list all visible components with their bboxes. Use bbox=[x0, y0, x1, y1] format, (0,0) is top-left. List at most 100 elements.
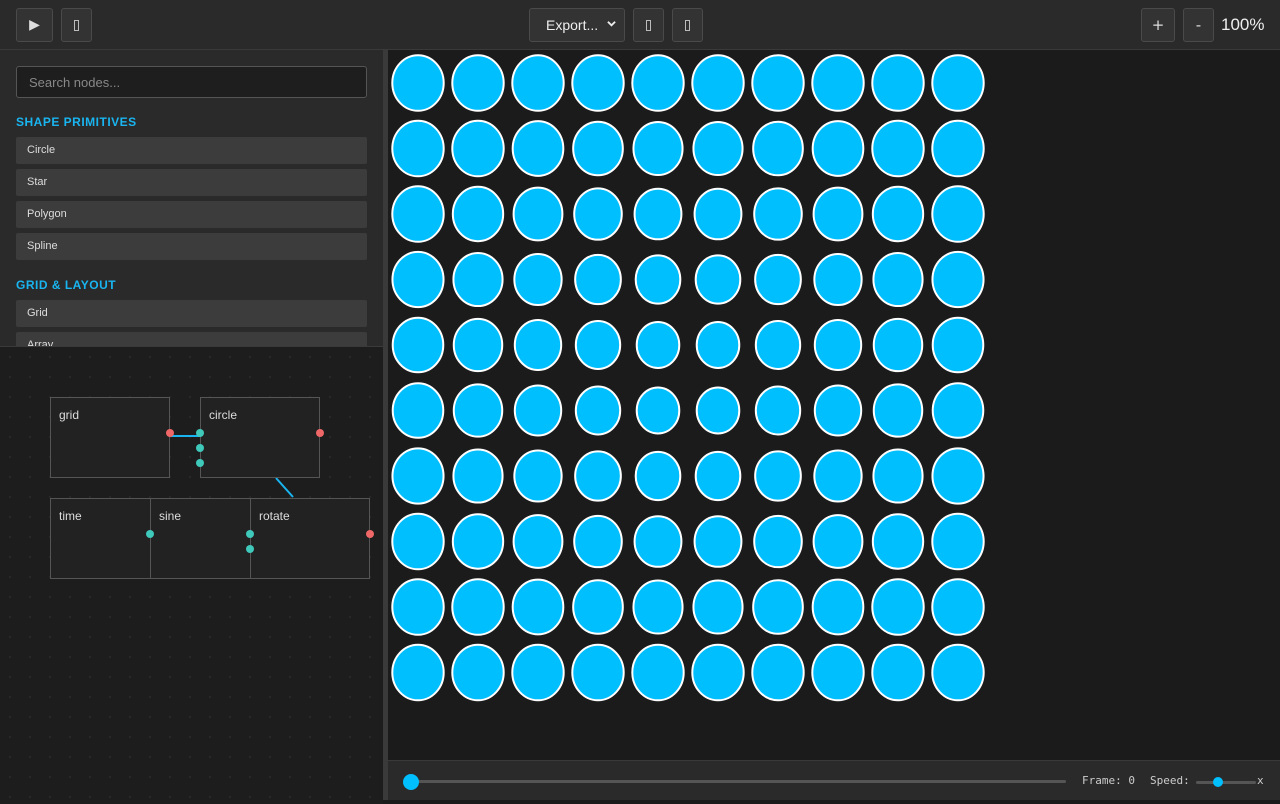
node-item-star[interactable]: Star bbox=[16, 169, 367, 196]
grid-circle bbox=[511, 643, 565, 702]
grid-circle bbox=[753, 187, 803, 241]
zoom-in-button[interactable]: + bbox=[1141, 8, 1175, 42]
grid-circle bbox=[872, 383, 924, 438]
grid-circle bbox=[574, 385, 622, 436]
grid-circle bbox=[513, 252, 563, 307]
grid-circle bbox=[633, 515, 683, 568]
play-button[interactable]: ▶ bbox=[16, 8, 53, 42]
grid-circle bbox=[871, 54, 925, 112]
grid-circle bbox=[573, 187, 623, 241]
grid-circle bbox=[513, 384, 563, 437]
grid-circle bbox=[391, 119, 445, 178]
grid-circle bbox=[695, 386, 741, 435]
timeline-scrubber-track[interactable] bbox=[412, 780, 1066, 783]
grid-circle bbox=[931, 316, 985, 374]
node-circle[interactable]: circle bbox=[196, 397, 324, 478]
input-port[interactable] bbox=[196, 459, 204, 467]
section-title-grid-layout: GRID & LAYOUT bbox=[16, 278, 117, 292]
speed-label: Speed: bbox=[1150, 774, 1190, 787]
speed-slider-track[interactable] bbox=[1196, 781, 1256, 784]
grid-circle bbox=[872, 317, 924, 373]
grid-circle bbox=[754, 385, 802, 436]
grid-circle bbox=[451, 119, 505, 178]
grid-circle bbox=[931, 643, 985, 702]
grid-circle bbox=[391, 578, 445, 636]
grid-circle bbox=[452, 383, 504, 438]
timeline-scrubber-handle[interactable] bbox=[403, 774, 419, 790]
node-title: sine bbox=[159, 509, 182, 523]
export-image-button[interactable] bbox=[633, 8, 664, 42]
input-port[interactable] bbox=[246, 530, 254, 538]
grid-circle bbox=[692, 579, 744, 635]
grid-circle bbox=[752, 579, 804, 635]
grid-circle bbox=[695, 321, 741, 369]
node-item-circle[interactable]: Circle bbox=[16, 137, 367, 164]
node-editor[interactable]: grid circle time sine rotate bbox=[0, 346, 383, 804]
export-select[interactable]: Export... bbox=[529, 8, 625, 42]
grid-circle bbox=[872, 251, 924, 308]
zoom-level: 100% bbox=[1221, 15, 1265, 34]
grid-circle bbox=[391, 382, 445, 439]
grid-circle bbox=[513, 318, 563, 372]
input-port[interactable] bbox=[196, 429, 204, 437]
grid-circle bbox=[871, 119, 925, 178]
grid-circle bbox=[451, 54, 505, 112]
input-port[interactable] bbox=[146, 530, 154, 538]
grid-circle bbox=[511, 578, 565, 636]
grid-circle bbox=[513, 449, 563, 503]
grid-circle bbox=[512, 186, 564, 242]
circle-grid bbox=[391, 54, 985, 702]
grid-circle bbox=[391, 54, 445, 112]
grid-circle bbox=[571, 643, 625, 702]
node-title: rotate bbox=[259, 509, 290, 523]
node-title: circle bbox=[209, 408, 238, 422]
stop-button[interactable] bbox=[61, 8, 92, 42]
grid-circle bbox=[931, 185, 985, 243]
grid-circle bbox=[691, 54, 745, 112]
grid-circle bbox=[574, 253, 622, 306]
search-input[interactable] bbox=[16, 66, 367, 98]
grid-circle bbox=[633, 187, 683, 241]
grid-circle bbox=[451, 578, 505, 636]
grid-circle bbox=[871, 185, 925, 243]
output-port[interactable] bbox=[366, 530, 374, 538]
grid-circle bbox=[631, 54, 685, 112]
toolbar: ▶ Export... + - 100% bbox=[0, 0, 1280, 50]
grid-circle bbox=[692, 120, 744, 177]
grid-circle bbox=[811, 54, 865, 112]
grid-circle bbox=[931, 512, 985, 571]
grid-circle bbox=[871, 643, 925, 702]
node-grid[interactable]: grid bbox=[50, 397, 174, 478]
grid-circle bbox=[452, 448, 504, 504]
zoom-out-button[interactable]: - bbox=[1183, 8, 1214, 42]
grid-circle bbox=[754, 253, 802, 306]
grid-circle bbox=[931, 119, 985, 178]
export-video-button[interactable] bbox=[672, 8, 703, 42]
grid-circle bbox=[871, 513, 925, 570]
node-item-array[interactable]: Array bbox=[16, 332, 367, 346]
grid-circle bbox=[812, 514, 864, 569]
grid-circle bbox=[635, 321, 681, 369]
video-icon bbox=[685, 19, 690, 31]
grid-circle bbox=[752, 120, 804, 177]
grid-circle bbox=[813, 449, 863, 503]
input-port[interactable] bbox=[246, 545, 254, 553]
grid-circle bbox=[391, 250, 445, 309]
node-item-polygon[interactable]: Polygon bbox=[16, 201, 367, 228]
grid-circle bbox=[511, 54, 565, 112]
grid-circle bbox=[694, 254, 742, 305]
grid-circle bbox=[811, 643, 865, 702]
node-item-spline[interactable]: Spline bbox=[16, 233, 367, 260]
render-canvas[interactable] bbox=[388, 50, 1280, 760]
image-icon bbox=[646, 19, 651, 31]
output-port[interactable] bbox=[316, 429, 324, 437]
input-port[interactable] bbox=[196, 444, 204, 452]
node-item-grid[interactable]: Grid bbox=[16, 300, 367, 327]
grid-circle bbox=[931, 250, 985, 309]
speed-slider-handle[interactable] bbox=[1213, 777, 1223, 787]
grid-circle bbox=[871, 578, 925, 636]
grid-circle bbox=[754, 450, 802, 502]
app-window: ▶ Export... + - 100% SHAPE PRIMITIVES Ci… bbox=[0, 0, 1280, 804]
node-rotate[interactable]: rotate bbox=[246, 498, 374, 579]
output-port[interactable] bbox=[166, 429, 174, 437]
